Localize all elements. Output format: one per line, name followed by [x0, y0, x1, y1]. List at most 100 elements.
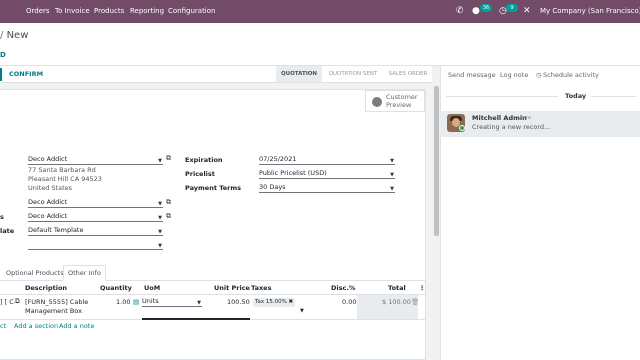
- stage-sales-order[interactable]: SALES ORDER: [384, 66, 432, 82]
- online-status-icon: [459, 125, 465, 131]
- chevron-down-icon: ▼: [390, 158, 394, 164]
- messages-badge: 36: [480, 4, 492, 12]
- clock-icon: ◷: [536, 71, 542, 79]
- unit-price-cell[interactable]: 100.50: [227, 298, 250, 306]
- invoice-address-field[interactable]: Deco Addict ▼: [28, 198, 163, 208]
- customer-value: Deco Addict: [28, 155, 68, 163]
- chevron-down-icon: ▼: [197, 300, 201, 306]
- message-author[interactable]: Mitchell Admin: [472, 114, 527, 122]
- top-navbar: Orders To Invoice Products Reporting Con…: [0, 0, 640, 23]
- activities-badge: 9: [506, 4, 518, 12]
- chevron-down-icon: ▼: [390, 172, 394, 178]
- pricelist-label: Pricelist: [185, 170, 215, 178]
- external-link-icon[interactable]: ⧉: [166, 198, 171, 207]
- menu-configuration[interactable]: Configuration: [168, 7, 215, 15]
- phone-icon[interactable]: ✆: [456, 5, 464, 17]
- chat-icon[interactable]: ●: [472, 5, 480, 17]
- col-description[interactable]: Description: [25, 284, 67, 292]
- uom-value: Units: [142, 297, 159, 305]
- breadcrumb: / New: [0, 30, 28, 41]
- col-total[interactable]: Total: [388, 284, 406, 292]
- quantity-cell[interactable]: 1.00: [116, 298, 130, 306]
- day-label: Today: [565, 92, 587, 100]
- forecast-chart-icon[interactable]: ▤: [133, 298, 139, 306]
- col-quantity[interactable]: Quantity: [100, 284, 132, 292]
- chevron-down-icon: ▼: [390, 186, 394, 192]
- form-scrollbar[interactable]: [433, 66, 440, 360]
- address-line-2: Pleasant Hill CA 94523: [28, 175, 102, 183]
- payment-terms-label: Payment Terms: [185, 184, 242, 192]
- chevron-down-icon[interactable]: ▼: [300, 308, 304, 314]
- chevron-down-icon: ▼: [158, 158, 162, 164]
- confirm-button[interactable]: CONFIRM: [0, 68, 48, 81]
- delivery-address-field[interactable]: Deco Addict ▼: [28, 212, 163, 222]
- log-note-button[interactable]: Log note: [500, 71, 528, 79]
- scrollbar-thumb[interactable]: [434, 86, 439, 236]
- preview-label-line2: Preview: [386, 100, 412, 109]
- external-link-icon[interactable]: ⧉: [166, 212, 171, 221]
- chevron-down-icon: ▼: [158, 201, 162, 207]
- company-switcher[interactable]: My Company (San Francisco): [540, 7, 640, 15]
- expiration-field[interactable]: 07/25/2021 ▼: [259, 155, 395, 165]
- description-line-2: Management Box: [25, 307, 82, 315]
- save-button[interactable]: D: [0, 51, 6, 59]
- chevron-down-icon: ▼: [158, 229, 162, 235]
- col-disc[interactable]: Disc.%: [331, 284, 355, 292]
- expiration-value: 07/25/2021: [259, 155, 297, 163]
- external-link-icon[interactable]: ⧉: [15, 297, 20, 306]
- tab-optional-products[interactable]: Optional Products: [1, 265, 69, 281]
- day-separator-right: [591, 96, 636, 97]
- col-taxes[interactable]: Taxes: [251, 284, 271, 292]
- chevron-down-icon: ▼: [158, 215, 162, 221]
- payment-terms-field[interactable]: 30 Days ▼: [259, 183, 395, 193]
- template-label: late: [0, 227, 15, 235]
- add-product-link[interactable]: ct: [0, 322, 6, 330]
- customer-field[interactable]: Deco Addict ▼: [28, 155, 163, 165]
- status-bar: CONFIRM QUOTATION QUOTATION SENT SALES O…: [0, 66, 432, 83]
- col-unit-price[interactable]: Unit Price: [214, 284, 250, 292]
- schedule-activity-button[interactable]: Schedule activity: [543, 71, 599, 79]
- expiration-label: Expiration: [185, 156, 223, 164]
- col-uom[interactable]: UoM: [144, 284, 160, 292]
- external-link-icon[interactable]: ⧉: [166, 154, 171, 163]
- breadcrumb-current: New: [6, 30, 29, 41]
- menu-products[interactable]: Products: [94, 7, 124, 15]
- disc-cell[interactable]: 0.00: [342, 298, 356, 306]
- chevron-down-icon: ▼: [158, 243, 162, 249]
- menu-reporting[interactable]: Reporting: [130, 7, 164, 15]
- column-options-icon[interactable]: ⋮: [419, 284, 426, 292]
- tax-tag[interactable]: Tax 15.00% ✖: [253, 298, 296, 307]
- menu-to-invoice[interactable]: To Invoice: [55, 7, 90, 15]
- description-line-1: [FURN_5555] Cable: [25, 298, 89, 306]
- send-message-button[interactable]: Send message: [448, 71, 496, 79]
- add-section-link[interactable]: Add a section: [14, 322, 58, 330]
- add-note-link[interactable]: Add a note: [59, 322, 94, 330]
- close-icon[interactable]: ✖: [289, 299, 294, 305]
- customer-address: 77 Santa Barbara Rd Pleasant Hill CA 945…: [28, 166, 102, 193]
- globe-icon: [372, 97, 382, 107]
- customer-preview-button[interactable]: Customer Preview: [365, 90, 425, 112]
- stage-quotation-sent[interactable]: QUOTATION SENT: [324, 66, 382, 82]
- delivery-address-label: s: [0, 213, 4, 221]
- tab-other-info[interactable]: Other Info: [63, 265, 106, 281]
- template-value: Default Template: [28, 226, 84, 234]
- template-field[interactable]: Default Template ▼: [28, 226, 163, 236]
- menu-orders[interactable]: Orders: [26, 7, 50, 15]
- address-line-3: United States: [28, 184, 73, 192]
- payment-terms-value: 30 Days: [259, 183, 286, 191]
- delivery-address-value: Deco Addict: [28, 212, 68, 220]
- tools-icon[interactable]: ✕: [523, 5, 531, 17]
- control-panel: / New D: [0, 23, 640, 66]
- uom-field[interactable]: Units ▼: [142, 297, 202, 307]
- address-line-1: 77 Santa Barbara Rd: [28, 166, 96, 174]
- message-time: now: [521, 115, 532, 121]
- stage-quotation[interactable]: QUOTATION: [276, 66, 322, 82]
- tax-tag-label: Tax 15.00%: [255, 299, 287, 305]
- day-separator-left: [446, 96, 558, 97]
- empty-field[interactable]: ▼: [28, 240, 163, 250]
- pricelist-value: Public Pricelist (USD): [259, 169, 327, 177]
- description-cell[interactable]: [FURN_5555] Cable Management Box: [25, 298, 88, 316]
- pricelist-field[interactable]: Public Pricelist (USD) ▼: [259, 169, 395, 179]
- trash-icon[interactable]: 🗑: [411, 298, 419, 306]
- customer-preview-label: Customer Preview: [386, 93, 418, 109]
